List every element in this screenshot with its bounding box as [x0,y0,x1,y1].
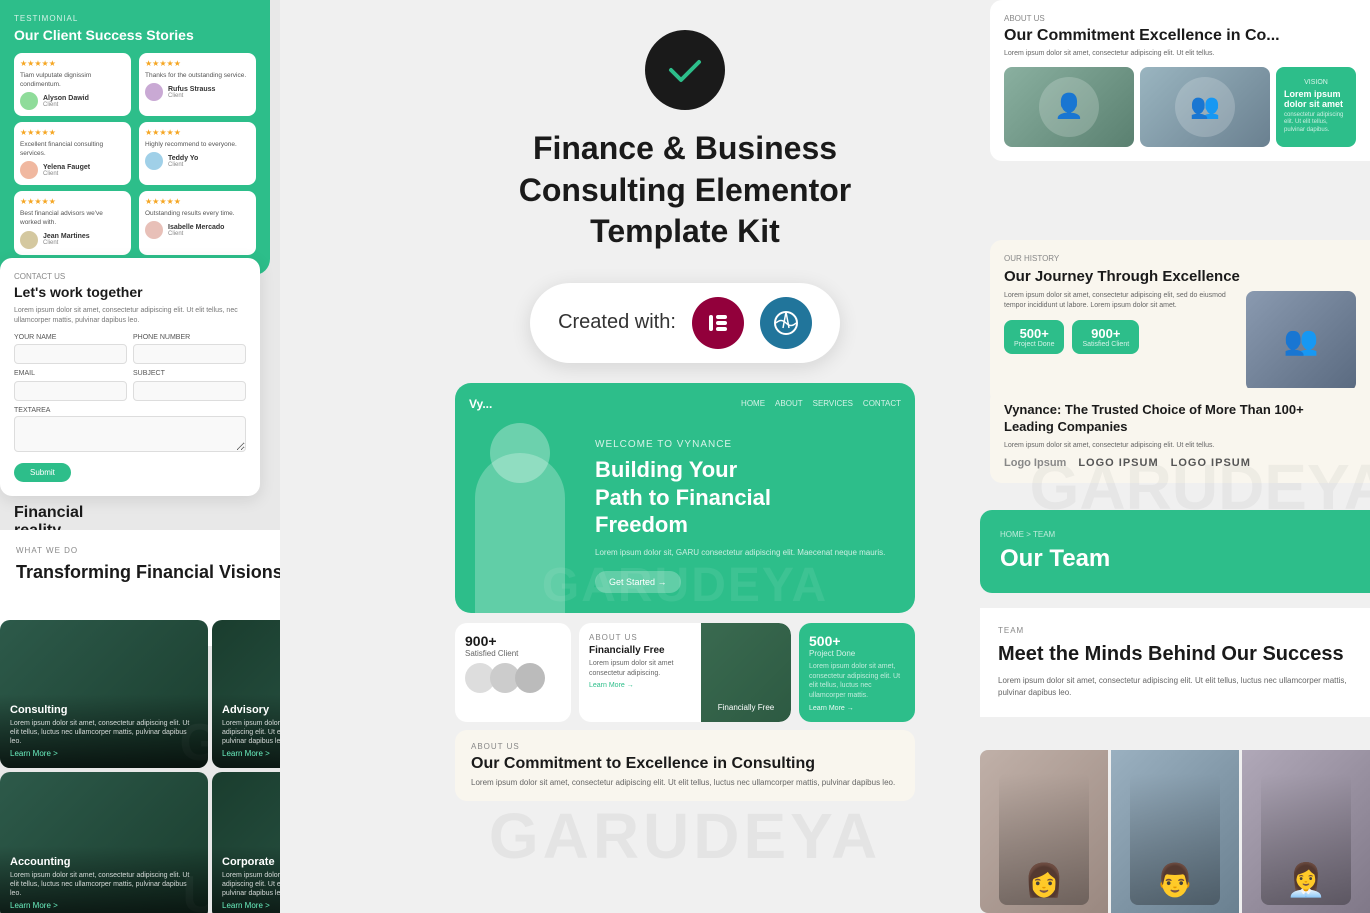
logo-circle [645,30,725,110]
message-field[interactable] [14,416,246,452]
left-panel: TESTIMONIAL Our Client Success Stories ★… [0,0,280,913]
hist-stat-projects: 500+ Project Done [1004,320,1064,354]
created-with-label: Created with: [558,311,676,334]
contact-title: Let's work together [14,284,246,300]
phone-field[interactable] [133,344,246,364]
contact-card: CONTACT US Let's work together Lorem ips… [0,258,260,496]
team-photo-2: 👨 [1111,750,1239,913]
advisory-link[interactable]: Learn More > [222,749,280,758]
testimonial-item-6: ★★★★★ Outstanding results every time. Is… [139,191,256,254]
created-with-pill: Created with: [530,283,840,363]
testimonials-title: Our Client Success Stories [14,27,256,43]
team-section-label: TEAM [998,626,1352,635]
hero-logo: Vy... [469,397,492,411]
main-title: Finance & Business Consulting Elementor … [519,128,851,253]
avatar-4 [145,152,163,170]
service-corporate: D Corporate Lorem ipsum dolor sit amet, … [212,772,280,913]
avatar-6 [145,221,163,239]
vision-box: Vision Lorem ipsum dolor sit amet consec… [1276,67,1356,147]
team-photos: 👩 👨 👩‍💼 [980,750,1370,913]
about-strip: ABOUT US Our Commitment to Excellence in… [455,730,915,801]
services-grid: G Consulting Lorem ipsum dolor sit amet,… [0,620,280,913]
corporate-link[interactable]: Learn More > [222,901,280,910]
testimonial-item-4: ★★★★★ Highly recommend to everyone. Tedd… [139,122,256,185]
testimonial-item-5: ★★★★★ Best financial advisors we've work… [14,191,131,254]
team-meet-title: Meet the Minds Behind Our Success [998,641,1352,667]
team-title: Our Team [1000,545,1350,573]
submit-button[interactable]: Submit [14,463,71,482]
center-area: Finance & Business Consulting Elementor … [280,0,1090,913]
team-photo-1: 👩 [980,750,1108,913]
team-meet-section: TEAM Meet the Minds Behind Our Success L… [980,608,1370,717]
stat-card-satisfied: 900+ Satisfied Client [455,623,571,722]
what-we-do-title: Transforming Financial Visions into Real… [16,561,280,584]
wordpress-icon [760,297,812,349]
right-panel: ABOUT US Our Commitment Excellence in Co… [980,0,1370,913]
history-right: OUR HISTORY Our Journey Through Excellen… [990,240,1370,405]
trusted-logos: Logo Ipsum LOGO IPSUM LOGO IPSUM [1004,457,1356,469]
contact-label: CONTACT US [14,272,246,281]
team-breadcrumb: HOME > TEAM [1000,530,1350,539]
testimonial-item-3: ★★★★★ Excellent financial consulting ser… [14,122,131,185]
stat-card-projects: 500+ Project Done Lorem ipsum dolor sit … [799,623,915,722]
stat-card-finance: Financially Free ABOUT US Financially Fr… [579,623,791,722]
subject-field[interactable] [133,381,246,401]
service-accounting: U Accounting Lorem ipsum dolor sit amet,… [0,772,208,913]
logo-3: LOGO IPSUM [1171,457,1251,469]
hero-nav: Vy... HOME ABOUT SERVICES CONTACT [455,397,915,411]
team-header-section: HOME > TEAM Our Team [980,510,1370,593]
logo-1: Logo Ipsum [1004,457,1066,469]
testimonial-item-1: ★★★★★ Tiam vulputate dignissim condiment… [14,53,131,116]
testimonials-card: TESTIMONIAL Our Client Success Stories ★… [0,0,270,275]
testimonials-section-label: TESTIMONIAL [14,14,256,23]
about-us-right: ABOUT US Our Commitment Excellence in Co… [990,0,1370,161]
stats-row: 900+ Satisfied Client Financially Free A… [455,623,915,722]
avatar-2 [145,83,163,101]
email-field[interactable] [14,381,127,401]
service-consulting: G Consulting Lorem ipsum dolor sit amet,… [0,620,208,768]
name-field[interactable] [14,344,127,364]
hist-stat-clients: 900+ Satisfied Client [1072,320,1139,354]
elementor-icon [692,297,744,349]
trusted-companies: Vynance: The Trusted Choice of More Than… [990,388,1370,483]
consulting-link[interactable]: Learn More > [10,749,198,758]
avatar-3 [20,161,38,179]
testimonial-item-2: ★★★★★ Thanks for the outstanding service… [139,53,256,116]
team-meet-desc: Lorem ipsum dolor sit amet, consectetur … [998,675,1352,699]
contact-desc: Lorem ipsum dolor sit amet, consectetur … [14,306,246,326]
accounting-link[interactable]: Learn More > [10,901,198,910]
service-advisory: R Advisory Lorem ipsum dolor sit amet, c… [212,620,280,768]
team-photo-3: 👩‍💼 [1242,750,1370,913]
what-we-do-label: WHAT WE DO [16,546,280,555]
about-images: 👤 👥 Vision Lorem ipsum dolor sit amet co… [1004,67,1356,147]
logo-2: LOGO IPSUM [1078,457,1158,469]
avatar-5 [20,231,38,249]
hero-card: Vy... HOME ABOUT SERVICES CONTACT WELCOM… [455,383,915,613]
avatar-1 [20,92,38,110]
history-image: 👥 [1246,291,1356,391]
